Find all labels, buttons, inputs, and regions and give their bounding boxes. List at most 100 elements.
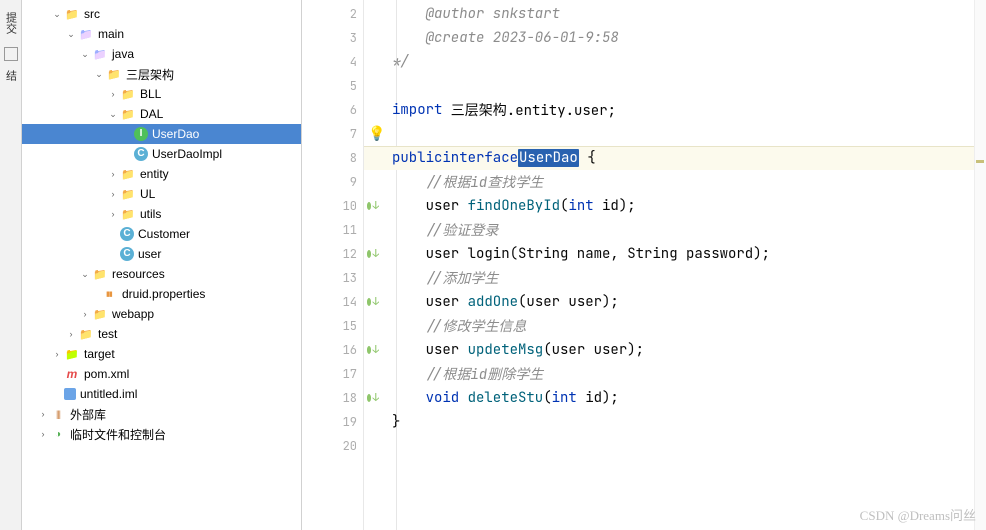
- tree-label: 三层架构: [126, 66, 174, 83]
- tab-structure[interactable]: 结: [1, 64, 21, 87]
- tree-label: UserDaoImpl: [152, 147, 222, 161]
- gutter-line[interactable]: 2: [302, 2, 363, 26]
- gutter-line[interactable]: 17: [302, 362, 363, 386]
- tree-item-外部库[interactable]: ›外部库: [22, 404, 301, 424]
- folder-icon: [92, 307, 108, 321]
- kw-public: public: [392, 149, 442, 167]
- chevron-right-icon[interactable]: ›: [106, 169, 120, 179]
- left-tool-tab[interactable]: 提交 结: [0, 0, 22, 530]
- code-text: user: [392, 197, 468, 215]
- watermark: CSDN @Dreams问丝: [860, 505, 976, 524]
- gutter-line[interactable]: 13: [302, 266, 363, 290]
- gutter-line[interactable]: 19: [302, 410, 363, 434]
- chevron-right-icon[interactable]: ›: [64, 329, 78, 339]
- gutter-line[interactable]: 14↓: [302, 290, 363, 314]
- tree-item-Customer[interactable]: C Customer: [22, 224, 301, 244]
- tree-item-src[interactable]: ⌄ src: [22, 4, 301, 24]
- tree-item-java[interactable]: ⌄java: [22, 44, 301, 64]
- scroll-marker[interactable]: [974, 0, 986, 530]
- properties-icon: [106, 288, 118, 300]
- tree-item-target[interactable]: › target: [22, 344, 301, 364]
- folder-icon: [64, 7, 80, 21]
- marker-warn[interactable]: [976, 160, 984, 163]
- tree-item-三层架构[interactable]: ⌄ 三层架构: [22, 64, 301, 84]
- gutter-line[interactable]: 3: [302, 26, 363, 50]
- gutter-line[interactable]: 18↓: [302, 386, 363, 410]
- code-area[interactable]: @author snkstart @create 2023-06-01-9:58…: [364, 0, 986, 530]
- tree-label: target: [84, 347, 115, 361]
- chevron-right-icon[interactable]: ›: [106, 189, 120, 199]
- gutter-line[interactable]: 10↓: [302, 194, 363, 218]
- gutter-line[interactable]: 6: [302, 98, 363, 122]
- tree-label: Customer: [138, 227, 190, 241]
- tree-item-UserDao[interactable]: IUserDao: [22, 124, 301, 144]
- kw-interface: interface: [442, 149, 518, 167]
- tree-label: entity: [140, 167, 169, 181]
- tree-label: utils: [140, 207, 161, 221]
- tree-item-resources[interactable]: ⌄resources: [22, 264, 301, 284]
- tree-label: src: [84, 7, 100, 21]
- chevron-right-icon[interactable]: ›: [78, 309, 92, 319]
- bulb-icon[interactable]: 💡: [368, 125, 385, 143]
- chevron-right-icon[interactable]: ›: [36, 409, 50, 419]
- method-name: findOneById: [468, 197, 560, 215]
- folder-icon: [106, 67, 122, 81]
- folder-icon: [120, 167, 136, 181]
- editor-gutter: 2345678↓910↓1112↓1314↓1516↓1718↓1920: [302, 0, 364, 530]
- chevron-right-icon[interactable]: ›: [50, 349, 64, 359]
- chevron-down-icon[interactable]: ⌄: [64, 29, 78, 40]
- chevron-right-icon[interactable]: ›: [106, 89, 120, 99]
- gutter-line[interactable]: 9: [302, 170, 363, 194]
- gutter-line[interactable]: 16↓: [302, 338, 363, 362]
- gutter-line[interactable]: 11: [302, 218, 363, 242]
- gutter-line[interactable]: 12↓: [302, 242, 363, 266]
- tree-label: user: [138, 247, 161, 261]
- gutter-line[interactable]: 20: [302, 434, 363, 458]
- chevron-right-icon[interactable]: ›: [36, 429, 50, 439]
- gutter-line[interactable]: 8↓: [302, 146, 363, 170]
- gutter-line[interactable]: 5: [302, 74, 363, 98]
- tree-item-webapp[interactable]: ›webapp: [22, 304, 301, 324]
- gutter-line[interactable]: 4: [302, 50, 363, 74]
- tree-item-pom.xml[interactable]: mpom.xml: [22, 364, 301, 384]
- gutter-line[interactable]: 7: [302, 122, 363, 146]
- tree-item-临时文件和控制台[interactable]: ›临时文件和控制台: [22, 424, 301, 444]
- folder-icon: [92, 47, 108, 61]
- project-tree[interactable]: ⌄src⌄main⌄java⌄三层架构›BLL⌄DALIUserDaoCUser…: [22, 0, 302, 530]
- tree-item-entity[interactable]: › entity: [22, 164, 301, 184]
- code-comment: //添加学生: [392, 268, 498, 288]
- chevron-right-icon[interactable]: ›: [106, 209, 120, 219]
- folder-icon: [64, 347, 80, 361]
- code-text: }: [392, 413, 400, 431]
- tree-item-user[interactable]: Cuser: [22, 244, 301, 264]
- class-icon: C: [120, 227, 134, 241]
- tree-item-BLL[interactable]: ›BLL: [22, 84, 301, 104]
- folder-icon: [120, 107, 136, 121]
- tree-item-main[interactable]: ⌄main: [22, 24, 301, 44]
- class-icon: C: [134, 147, 148, 161]
- chevron-down-icon[interactable]: ⌄: [92, 69, 106, 80]
- code-comment: //根据id查找学生: [392, 172, 543, 192]
- class-icon: C: [120, 247, 134, 261]
- tree-item-untitled.iml[interactable]: untitled.iml: [22, 384, 301, 404]
- chevron-down-icon[interactable]: ⌄: [50, 9, 64, 20]
- tab-icon-1[interactable]: [4, 47, 18, 61]
- tree-item-UL[interactable]: ›UL: [22, 184, 301, 204]
- tree-item-utils[interactable]: › utils: [22, 204, 301, 224]
- tree-item-druid.properties[interactable]: druid.properties: [22, 284, 301, 304]
- chevron-down-icon[interactable]: ⌄: [78, 269, 92, 280]
- gutter-line[interactable]: 15: [302, 314, 363, 338]
- folder-icon: [120, 207, 136, 221]
- chevron-down-icon[interactable]: ⌄: [78, 49, 92, 60]
- tab-commit[interactable]: 提交: [1, 6, 21, 40]
- selected-classname[interactable]: UserDao: [518, 149, 579, 167]
- tree-item-DAL[interactable]: ⌄DAL: [22, 104, 301, 124]
- chevron-down-icon[interactable]: ⌄: [106, 109, 120, 120]
- tree-label: test: [98, 327, 117, 341]
- code-editor[interactable]: 2345678↓910↓1112↓1314↓1516↓1718↓1920 @au…: [302, 0, 986, 530]
- tree-item-test[interactable]: › test: [22, 324, 301, 344]
- scratch-icon: [50, 427, 66, 441]
- folder-icon: [78, 327, 94, 341]
- code-text: 三层架构.entity.user;: [442, 100, 616, 120]
- tree-item-UserDaoImpl[interactable]: C UserDaoImpl: [22, 144, 301, 164]
